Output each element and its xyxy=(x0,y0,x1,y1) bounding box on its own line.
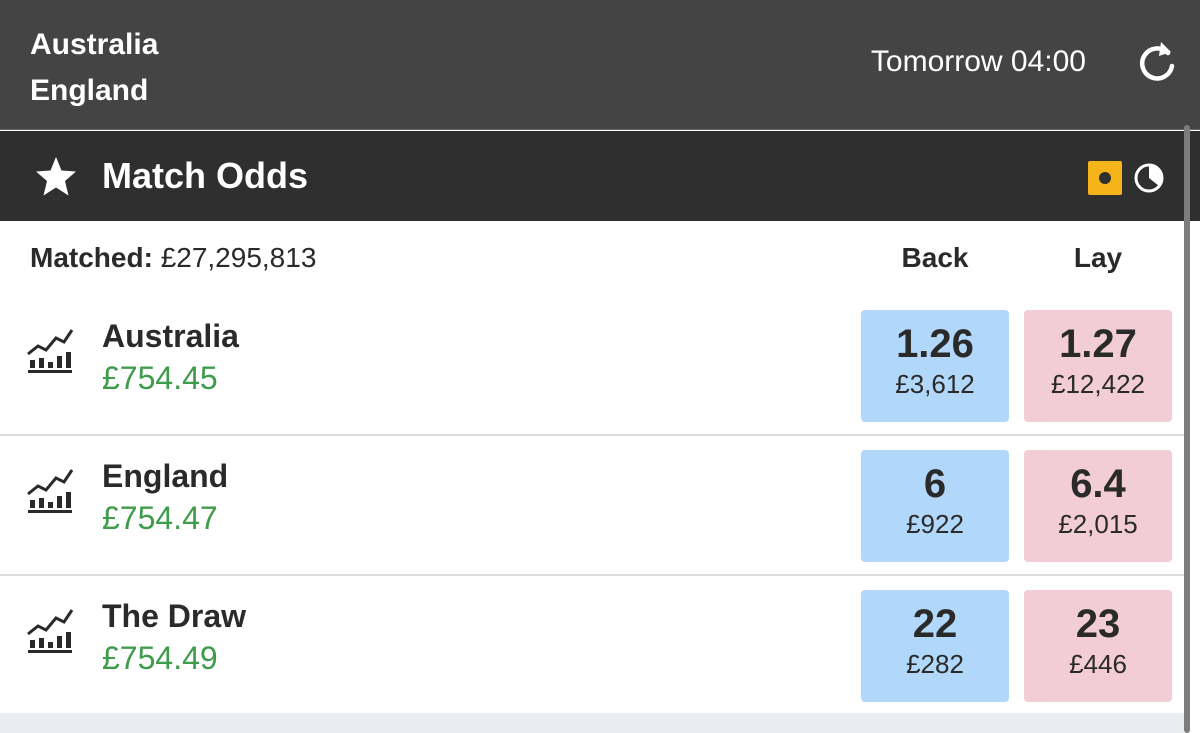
runner-name: England xyxy=(102,458,229,494)
back-size: £3,612 xyxy=(895,369,975,399)
list-footer xyxy=(0,713,1184,733)
chart-icon[interactable] xyxy=(24,464,74,514)
market-header: Match Odds xyxy=(0,131,1200,221)
lay-size: £12,422 xyxy=(1051,369,1145,399)
matched-amount: Matched: £27,295,813 xyxy=(30,241,316,275)
lay-price-button[interactable]: 23 £446 xyxy=(1024,590,1172,702)
back-size: £282 xyxy=(906,649,964,679)
runner-row: Australia £754.45 1.26 £3,612 1.27 £12,4… xyxy=(0,296,1184,436)
market-columns-header: Matched: £27,295,813 Back Lay xyxy=(0,221,1184,295)
runner-profit: £754.49 xyxy=(102,640,218,676)
runner-name: The Draw xyxy=(102,598,247,634)
lay-size: £446 xyxy=(1069,649,1127,679)
matched-value: £27,295,813 xyxy=(160,242,317,273)
back-odds: 6 xyxy=(923,462,947,506)
runner-profit: £754.47 xyxy=(102,500,218,536)
event-header: Australia England Tomorrow 04:00 xyxy=(0,0,1200,130)
betting-market-screen: Australia England Tomorrow 04:00 Match O… xyxy=(0,0,1200,733)
back-odds: 22 xyxy=(912,602,958,646)
market-title: Match Odds xyxy=(102,155,309,196)
lay-column-header: Lay xyxy=(1073,242,1123,273)
lay-odds: 6.4 xyxy=(1070,462,1126,506)
lay-price-button[interactable]: 6.4 £2,015 xyxy=(1024,450,1172,562)
timer-icon xyxy=(1132,161,1166,195)
back-price-button[interactable]: 22 £282 xyxy=(861,590,1009,702)
home-team: Australia xyxy=(30,28,159,61)
back-price-button[interactable]: 1.26 £3,612 xyxy=(861,310,1009,422)
lay-odds: 1.27 xyxy=(1059,322,1137,366)
runner-profit: £754.45 xyxy=(102,360,218,396)
back-column-header: Back xyxy=(901,242,969,273)
back-size: £922 xyxy=(906,509,964,539)
lay-price-button[interactable]: 1.27 £12,422 xyxy=(1024,310,1172,422)
chart-icon[interactable] xyxy=(24,604,74,654)
lay-odds: 23 xyxy=(1075,602,1121,646)
back-price-button[interactable]: 6 £922 xyxy=(861,450,1009,562)
event-start-time: Tomorrow 04:00 xyxy=(870,45,1086,78)
lay-size: £2,015 xyxy=(1058,509,1138,539)
back-odds: 1.26 xyxy=(896,322,974,366)
in-play-icon xyxy=(1088,161,1122,195)
away-team: England xyxy=(30,74,149,107)
matched-label: Matched: xyxy=(30,242,153,273)
scrollbar[interactable] xyxy=(1184,125,1190,733)
event-teams: Australia England xyxy=(30,22,158,114)
runner-row: England £754.47 6 £922 6.4 £2,015 xyxy=(0,436,1184,576)
star-icon[interactable] xyxy=(34,155,78,199)
chart-icon[interactable] xyxy=(24,324,74,374)
runner-row: The Draw £754.49 22 £282 23 £446 xyxy=(0,576,1184,716)
runner-name: Australia xyxy=(102,318,239,354)
refresh-icon[interactable] xyxy=(1138,38,1178,84)
